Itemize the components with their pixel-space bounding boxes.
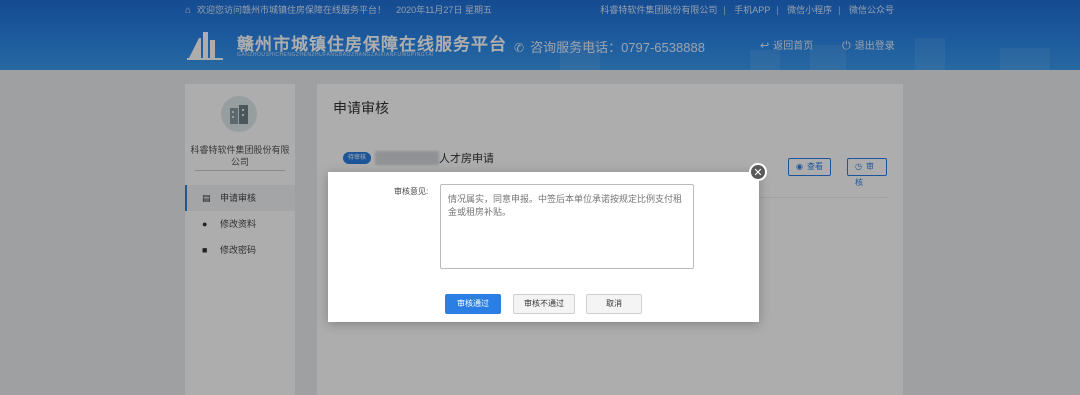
- dialog-buttons: 审核通过 审核不通过 取消: [328, 294, 759, 314]
- opinion-textarea[interactable]: [440, 184, 694, 269]
- audit-dialog: 审核意见: 审核通过 审核不通过 取消: [328, 172, 759, 322]
- approve-button[interactable]: 审核通过: [445, 294, 501, 314]
- reject-button[interactable]: 审核不通过: [513, 294, 575, 314]
- opinion-label: 审核意见:: [394, 187, 429, 196]
- close-icon[interactable]: ✕: [749, 163, 767, 181]
- cancel-button[interactable]: 取消: [586, 294, 642, 314]
